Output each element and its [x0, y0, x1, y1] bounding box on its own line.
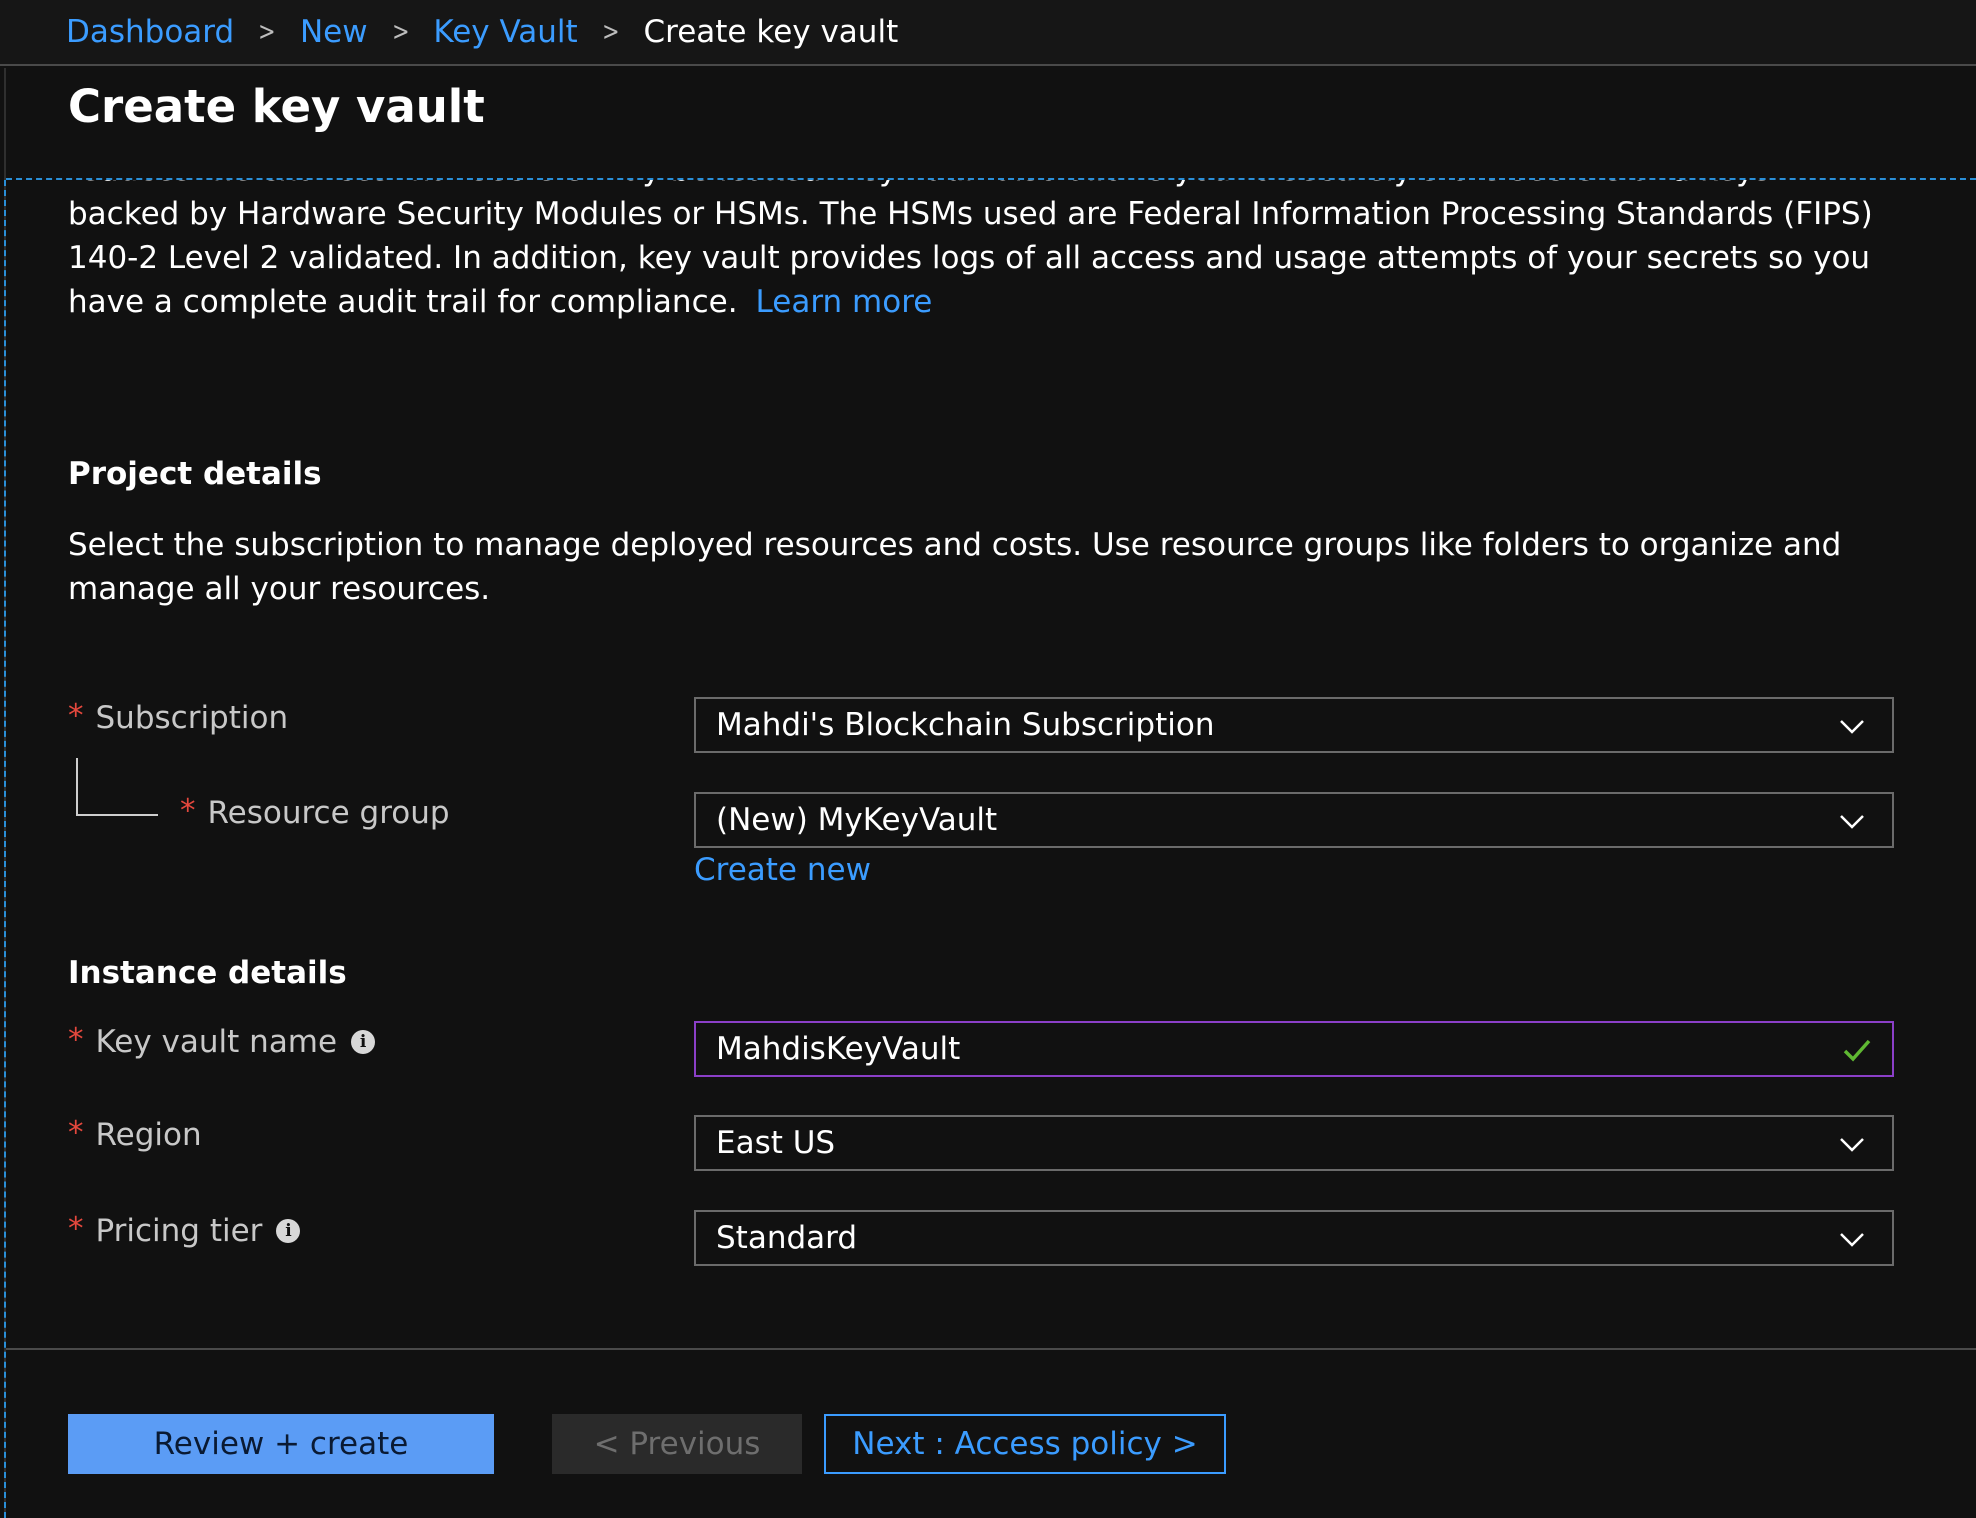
required-marker: *	[180, 793, 196, 829]
subscription-dropdown[interactable]: Mahdi's Blockchain Subscription	[694, 697, 1894, 753]
review-create-button[interactable]: Review + create	[68, 1414, 494, 1474]
chevron-down-icon	[1840, 1138, 1864, 1152]
resource-group-label: * Resource group	[180, 793, 450, 831]
subscription-label-text: Subscription	[95, 700, 289, 736]
learn-more-link[interactable]: Learn more	[756, 284, 933, 320]
resource-group-value: (New) MyKeyVault	[716, 802, 998, 838]
region-label: * Region	[68, 1115, 202, 1153]
info-icon[interactable]: i	[276, 1219, 301, 1243]
pricing-tier-dropdown[interactable]: Standard	[694, 1210, 1894, 1266]
breadcrumb-new[interactable]: New	[300, 14, 368, 50]
next-access-policy-button[interactable]: Next : Access policy >	[824, 1414, 1226, 1474]
breadcrumb-key-vault[interactable]: Key Vault	[433, 14, 577, 50]
instance-details-heading: Instance details	[68, 955, 347, 991]
create-new-resource-group-link[interactable]: Create new	[694, 852, 871, 888]
region-value: East US	[716, 1125, 836, 1161]
scroll-focus-border	[4, 180, 6, 1518]
resource-group-dropdown[interactable]: (New) MyKeyVault	[694, 792, 1894, 848]
info-icon[interactable]: i	[351, 1030, 376, 1054]
description: reduces the chances that secrets may be …	[68, 180, 1888, 324]
chevron-right-icon: >	[391, 17, 410, 47]
footer-divider	[6, 1348, 1976, 1350]
project-details-description: Select the subscription to manage deploy…	[68, 527, 1842, 607]
key-vault-name-label-text: Key vault name	[95, 1024, 338, 1060]
required-marker: *	[68, 1211, 84, 1247]
region-dropdown[interactable]: East US	[694, 1115, 1894, 1171]
key-vault-name-label: * Key vault name i	[68, 1022, 376, 1060]
description-text: reduces the chances that secrets may be …	[68, 180, 1873, 320]
required-marker: *	[68, 698, 84, 734]
chevron-right-icon: >	[601, 17, 620, 47]
pricing-tier-label-text: Pricing tier	[95, 1213, 263, 1249]
description-viewport: reduces the chances that secrets may be …	[68, 180, 1888, 350]
breadcrumb-current: Create key vault	[643, 14, 899, 50]
breadcrumb-dashboard[interactable]: Dashboard	[66, 14, 234, 50]
region-label-text: Region	[95, 1117, 202, 1153]
create-key-vault-blade: Dashboard > New > Key Vault > Create key…	[0, 0, 1976, 1518]
required-marker: *	[68, 1115, 84, 1151]
hierarchy-connector	[76, 758, 158, 816]
key-vault-name-input[interactable]: MahdisKeyVault	[694, 1021, 1894, 1077]
checkmark-icon	[1843, 1039, 1871, 1062]
subscription-label: * Subscription	[68, 698, 289, 736]
breadcrumb: Dashboard > New > Key Vault > Create key…	[0, 0, 1976, 66]
resource-group-label-text: Resource group	[207, 795, 450, 831]
chevron-down-icon	[1840, 815, 1864, 829]
chevron-down-icon	[1840, 1233, 1864, 1247]
previous-button[interactable]: < Previous	[552, 1414, 802, 1474]
subscription-value: Mahdi's Blockchain Subscription	[716, 707, 1215, 743]
key-vault-name-value: MahdisKeyVault	[716, 1031, 961, 1067]
chevron-right-icon: >	[258, 17, 276, 47]
required-marker: *	[68, 1022, 84, 1058]
chevron-down-icon	[1840, 720, 1864, 734]
pricing-tier-value: Standard	[716, 1220, 858, 1256]
project-details-heading: Project details	[68, 456, 322, 492]
page-title: Create key vault	[68, 80, 485, 133]
pricing-tier-label: * Pricing tier i	[68, 1211, 301, 1249]
